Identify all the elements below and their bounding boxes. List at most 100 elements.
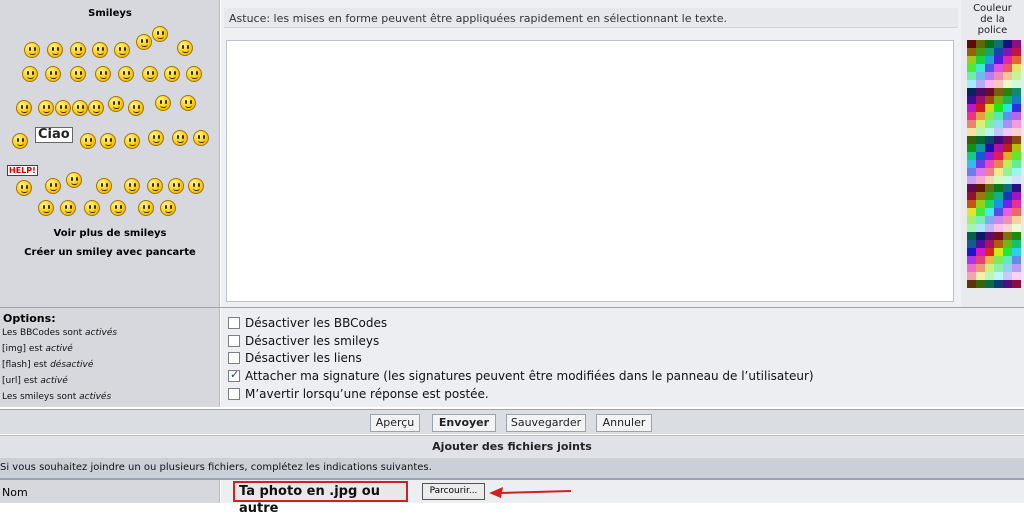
color-swatch[interactable] <box>976 88 985 96</box>
color-swatch[interactable] <box>976 224 985 232</box>
color-swatch[interactable] <box>967 120 976 128</box>
color-swatch[interactable] <box>994 256 1003 264</box>
color-swatch[interactable] <box>976 192 985 200</box>
color-swatch[interactable] <box>976 48 985 56</box>
color-swatch[interactable] <box>985 232 994 240</box>
color-swatch[interactable] <box>1003 64 1012 72</box>
color-swatch[interactable] <box>1003 272 1012 280</box>
color-swatch[interactable] <box>994 216 1003 224</box>
color-swatch[interactable] <box>1012 112 1021 120</box>
color-swatch[interactable] <box>1003 280 1012 288</box>
color-swatch[interactable] <box>985 200 994 208</box>
smiley-icon[interactable] <box>110 200 126 216</box>
color-swatch[interactable] <box>985 256 994 264</box>
color-swatch[interactable] <box>994 104 1003 112</box>
color-swatch[interactable] <box>1003 232 1012 240</box>
smiley-icon[interactable] <box>152 26 168 42</box>
color-swatch[interactable] <box>967 272 976 280</box>
smiley-icon[interactable] <box>168 178 184 194</box>
color-swatch[interactable] <box>994 72 1003 80</box>
color-swatch[interactable] <box>994 176 1003 184</box>
smiley-icon[interactable] <box>118 66 134 82</box>
notify-reply-checkbox[interactable] <box>228 388 240 400</box>
smiley-icon[interactable] <box>186 66 202 82</box>
color-swatch[interactable] <box>976 184 985 192</box>
smiley-icon[interactable] <box>12 133 28 149</box>
color-swatch[interactable] <box>967 224 976 232</box>
color-swatch[interactable] <box>994 136 1003 144</box>
color-swatch[interactable] <box>967 256 976 264</box>
more-smileys-link[interactable]: Voir plus de smileys <box>0 228 220 239</box>
color-swatch[interactable] <box>976 256 985 264</box>
color-swatch[interactable] <box>967 128 976 136</box>
color-swatch[interactable] <box>967 48 976 56</box>
color-swatch[interactable] <box>976 160 985 168</box>
color-swatch[interactable] <box>1012 136 1021 144</box>
attach-signature-checkbox[interactable] <box>228 368 240 382</box>
color-swatch[interactable] <box>976 248 985 256</box>
color-swatch[interactable] <box>967 176 976 184</box>
color-swatch[interactable] <box>1003 240 1012 248</box>
smiley-icon[interactable] <box>164 66 180 82</box>
color-swatch[interactable] <box>967 240 976 248</box>
color-swatch[interactable] <box>985 128 994 136</box>
color-swatch[interactable] <box>985 216 994 224</box>
color-swatch[interactable] <box>994 160 1003 168</box>
color-swatch[interactable] <box>976 272 985 280</box>
smiley-icon[interactable] <box>124 133 140 149</box>
color-swatch[interactable] <box>976 168 985 176</box>
smiley-icon[interactable] <box>136 34 152 50</box>
color-swatch[interactable] <box>967 40 976 48</box>
smiley-icon[interactable] <box>96 178 112 194</box>
color-swatch[interactable] <box>967 136 976 144</box>
smiley-icon[interactable] <box>155 95 171 111</box>
color-swatch[interactable] <box>985 104 994 112</box>
color-swatch[interactable] <box>1012 176 1021 184</box>
color-swatch[interactable] <box>1012 96 1021 104</box>
smiley-icon[interactable] <box>22 66 38 82</box>
color-swatch[interactable] <box>1003 40 1012 48</box>
color-swatch[interactable] <box>994 200 1003 208</box>
smiley-icon[interactable] <box>95 66 111 82</box>
color-swatch[interactable] <box>1003 168 1012 176</box>
color-swatch[interactable] <box>1003 208 1012 216</box>
preview-button[interactable]: Aperçu <box>370 414 420 432</box>
color-swatch[interactable] <box>976 200 985 208</box>
color-swatch[interactable] <box>1012 208 1021 216</box>
color-swatch[interactable] <box>967 192 976 200</box>
color-swatch[interactable] <box>1012 280 1021 288</box>
smiley-icon[interactable] <box>38 100 54 116</box>
option-disable-links[interactable]: Désactiver les liens <box>228 351 362 365</box>
color-swatch[interactable] <box>976 40 985 48</box>
color-swatch[interactable] <box>994 144 1003 152</box>
color-swatch[interactable] <box>967 112 976 120</box>
smiley-icon[interactable] <box>45 66 61 82</box>
color-swatch[interactable] <box>985 192 994 200</box>
color-swatch[interactable] <box>1003 120 1012 128</box>
save-button[interactable]: Sauvegarder <box>506 414 586 432</box>
color-swatch[interactable] <box>1012 168 1021 176</box>
color-swatch[interactable] <box>1012 104 1021 112</box>
color-swatch[interactable] <box>1012 184 1021 192</box>
color-swatch[interactable] <box>1003 264 1012 272</box>
color-swatch[interactable] <box>985 56 994 64</box>
color-swatch[interactable] <box>985 280 994 288</box>
color-swatch[interactable] <box>976 96 985 104</box>
color-swatch[interactable] <box>1012 248 1021 256</box>
color-swatch[interactable] <box>976 136 985 144</box>
color-swatch[interactable] <box>985 264 994 272</box>
color-swatch[interactable] <box>985 48 994 56</box>
color-swatch[interactable] <box>985 184 994 192</box>
disable-smileys-checkbox[interactable] <box>228 335 240 347</box>
smiley-icon[interactable] <box>45 178 61 194</box>
color-swatch[interactable] <box>994 224 1003 232</box>
color-swatch[interactable] <box>976 264 985 272</box>
color-swatch[interactable] <box>967 80 976 88</box>
color-swatch[interactable] <box>1003 136 1012 144</box>
smiley-icon[interactable] <box>55 100 71 116</box>
color-swatch[interactable] <box>1012 88 1021 96</box>
color-swatch[interactable] <box>967 216 976 224</box>
smiley-icon[interactable] <box>60 200 76 216</box>
smiley-icon[interactable] <box>147 178 163 194</box>
color-swatch[interactable] <box>994 96 1003 104</box>
